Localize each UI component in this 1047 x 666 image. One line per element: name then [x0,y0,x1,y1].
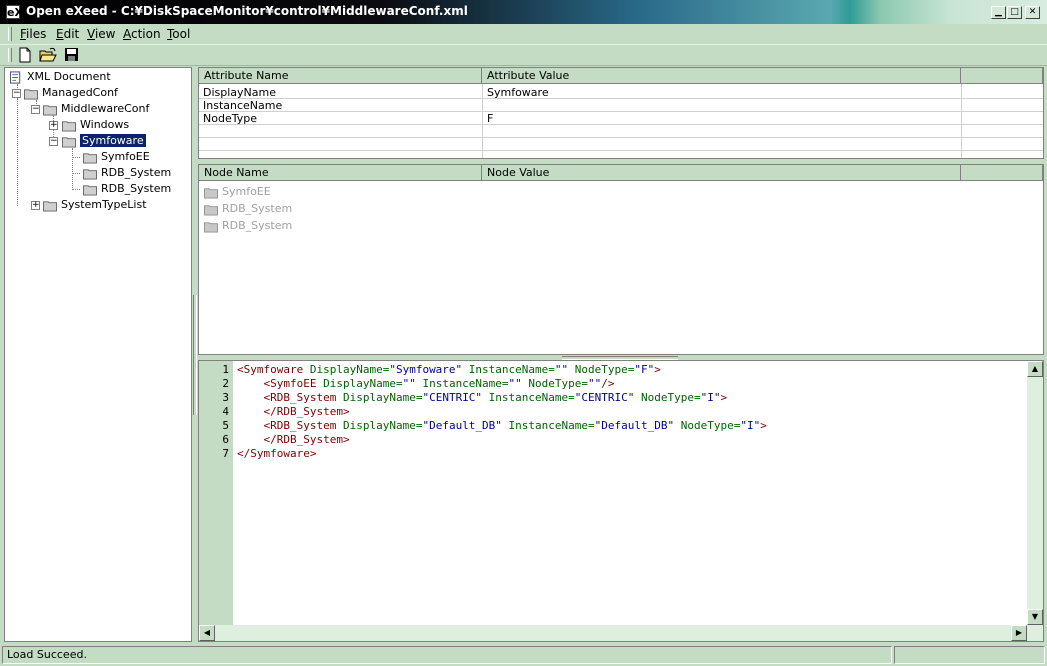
folder-icon [62,120,76,132]
close-button[interactable]: ✕ [1025,6,1040,19]
attribute-table[interactable]: Attribute Name Attribute Value DisplayNa… [198,67,1044,159]
tree-node-rdb-system-1[interactable]: RDB_System [82,166,171,180]
open-folder-icon [39,47,57,62]
tree-label: RDB_System [101,182,172,195]
scroll-up-button[interactable]: ▲ [1027,361,1043,377]
open-button[interactable] [39,47,57,64]
expander-systemtypelist[interactable]: + [31,201,40,210]
code-line[interactable]: <Symfoware DisplayName="Symfoware" Insta… [237,363,661,376]
tree-label: XML Document [27,70,111,83]
new-document-button[interactable] [16,47,34,64]
header-attribute-value[interactable]: Attribute Value [482,68,961,84]
scroll-down-button[interactable]: ▼ [1027,609,1043,625]
status-message: Load Succeed. [2,646,892,664]
menu-view[interactable]: View [87,27,115,41]
expander-managedconf[interactable]: − [12,89,21,98]
header-empty[interactable] [961,68,1043,84]
vertical-scrollbar[interactable]: ▲ ▼ [1027,361,1043,625]
header-node-value[interactable]: Node Value [482,165,961,181]
menu-action[interactable]: Action [123,27,161,41]
tree-label: SystemTypeList [61,198,147,211]
line-number: 4 [222,405,229,418]
expander-middlewareconf[interactable]: − [31,105,40,114]
folder-icon [43,104,57,116]
code-line[interactable]: </RDB_System> [237,405,350,418]
app-icon[interactable]: eX [6,5,23,19]
tree-node-symfoware[interactable]: Symfoware [61,134,146,148]
line-number: 5 [222,419,229,432]
line-number: 2 [222,377,229,390]
code-line[interactable]: <RDB_System DisplayName="CENTRIC" Instan… [237,391,728,404]
attr-name-cell[interactable]: DisplayName [203,86,276,99]
menu-bar: Files Edit View Action Tool [0,24,1047,44]
folder-icon [43,200,57,212]
tree-node-middlewareconf[interactable]: MiddlewareConf [42,102,149,116]
attr-name-cell[interactable]: NodeType [203,112,257,125]
menu-edit[interactable]: Edit [56,27,79,41]
tree-label-selected: Symfoware [80,134,146,147]
folder-icon [83,184,97,196]
header-attribute-name[interactable]: Attribute Name [199,68,482,84]
folder-icon [204,187,218,199]
menu-files[interactable]: Files [20,27,46,41]
status-bar: Load Succeed. [0,644,1047,666]
tree-label: MiddlewareConf [61,102,150,115]
window-title: Open eXeed - C:¥DiskSpaceMonitor¥control… [26,4,468,18]
tree-node-systemtypelist[interactable]: SystemTypeList [42,198,147,212]
xml-source-editor[interactable]: 1234567 <Symfoware DisplayName="Symfowar… [198,360,1044,642]
code-line[interactable]: <RDB_System DisplayName="Default_DB" Ins… [237,419,767,432]
attr-value-cell[interactable]: F [487,112,493,125]
xml-tree-view[interactable]: XML Document − ManagedConf − MiddlewareC… [4,67,192,642]
folder-icon [83,168,97,180]
line-number-gutter: 1234567 [199,361,233,625]
folder-icon [83,152,97,164]
line-number: 3 [222,391,229,404]
vertical-splitter[interactable] [192,295,197,415]
title-bar[interactable]: eX Open eXeed - C:¥DiskSpaceMonitor¥cont… [0,0,1047,24]
attr-value-cell[interactable]: Symfoware [487,86,549,99]
folder-icon [204,204,218,216]
scroll-left-button[interactable]: ◀ [199,625,215,641]
tree-node-windows[interactable]: Windows [61,118,129,132]
tree-label: SymfoEE [101,150,150,163]
save-icon [64,48,78,61]
node-row[interactable]: SymfoEE [203,185,271,199]
scroll-right-button[interactable]: ▶ [1011,625,1027,641]
expander-symfoware[interactable]: − [49,137,58,146]
folder-icon [24,88,38,100]
attr-name-cell[interactable]: InstanceName [203,99,282,112]
maximize-button[interactable]: □ [1007,6,1022,19]
tree-label: Windows [80,118,130,131]
tree-label: RDB_System [101,166,172,179]
node-row[interactable]: RDB_System [203,202,292,216]
new-document-icon [19,47,31,63]
code-line[interactable]: <SymfoEE DisplayName="" InstanceName="" … [237,377,615,390]
header-empty[interactable] [961,165,1043,181]
minimize-button[interactable]: ▁ [991,6,1006,19]
tree-node-managedconf[interactable]: ManagedConf [23,86,118,100]
menu-tool[interactable]: Tool [167,27,190,41]
tree-node-symfoee[interactable]: SymfoEE [82,150,150,164]
code-line[interactable]: </Symfoware> [237,447,316,460]
toolbar [0,44,1047,66]
tree-label: ManagedConf [42,86,118,99]
node-table[interactable]: Node Name Node Value SymfoEE RDB_System … [198,164,1044,355]
line-number: 1 [222,363,229,376]
tree-node-xml-document[interactable]: XML Document [8,70,111,84]
expander-windows[interactable]: + [49,121,58,130]
code-line[interactable]: </RDB_System> [237,433,350,446]
folder-icon [204,221,218,233]
node-row[interactable]: RDB_System [203,219,292,233]
header-node-name[interactable]: Node Name [199,165,482,181]
toolbar-grip [8,48,12,62]
status-panel-2 [894,646,1045,664]
tree-node-rdb-system-2[interactable]: RDB_System [82,182,171,196]
line-number: 6 [222,433,229,446]
menu-grip [8,27,12,41]
xml-document-icon [9,70,21,84]
horizontal-scrollbar[interactable]: ◀ ▶ [199,625,1043,641]
save-button[interactable] [62,47,80,64]
line-number: 7 [222,447,229,460]
folder-icon [62,136,76,148]
